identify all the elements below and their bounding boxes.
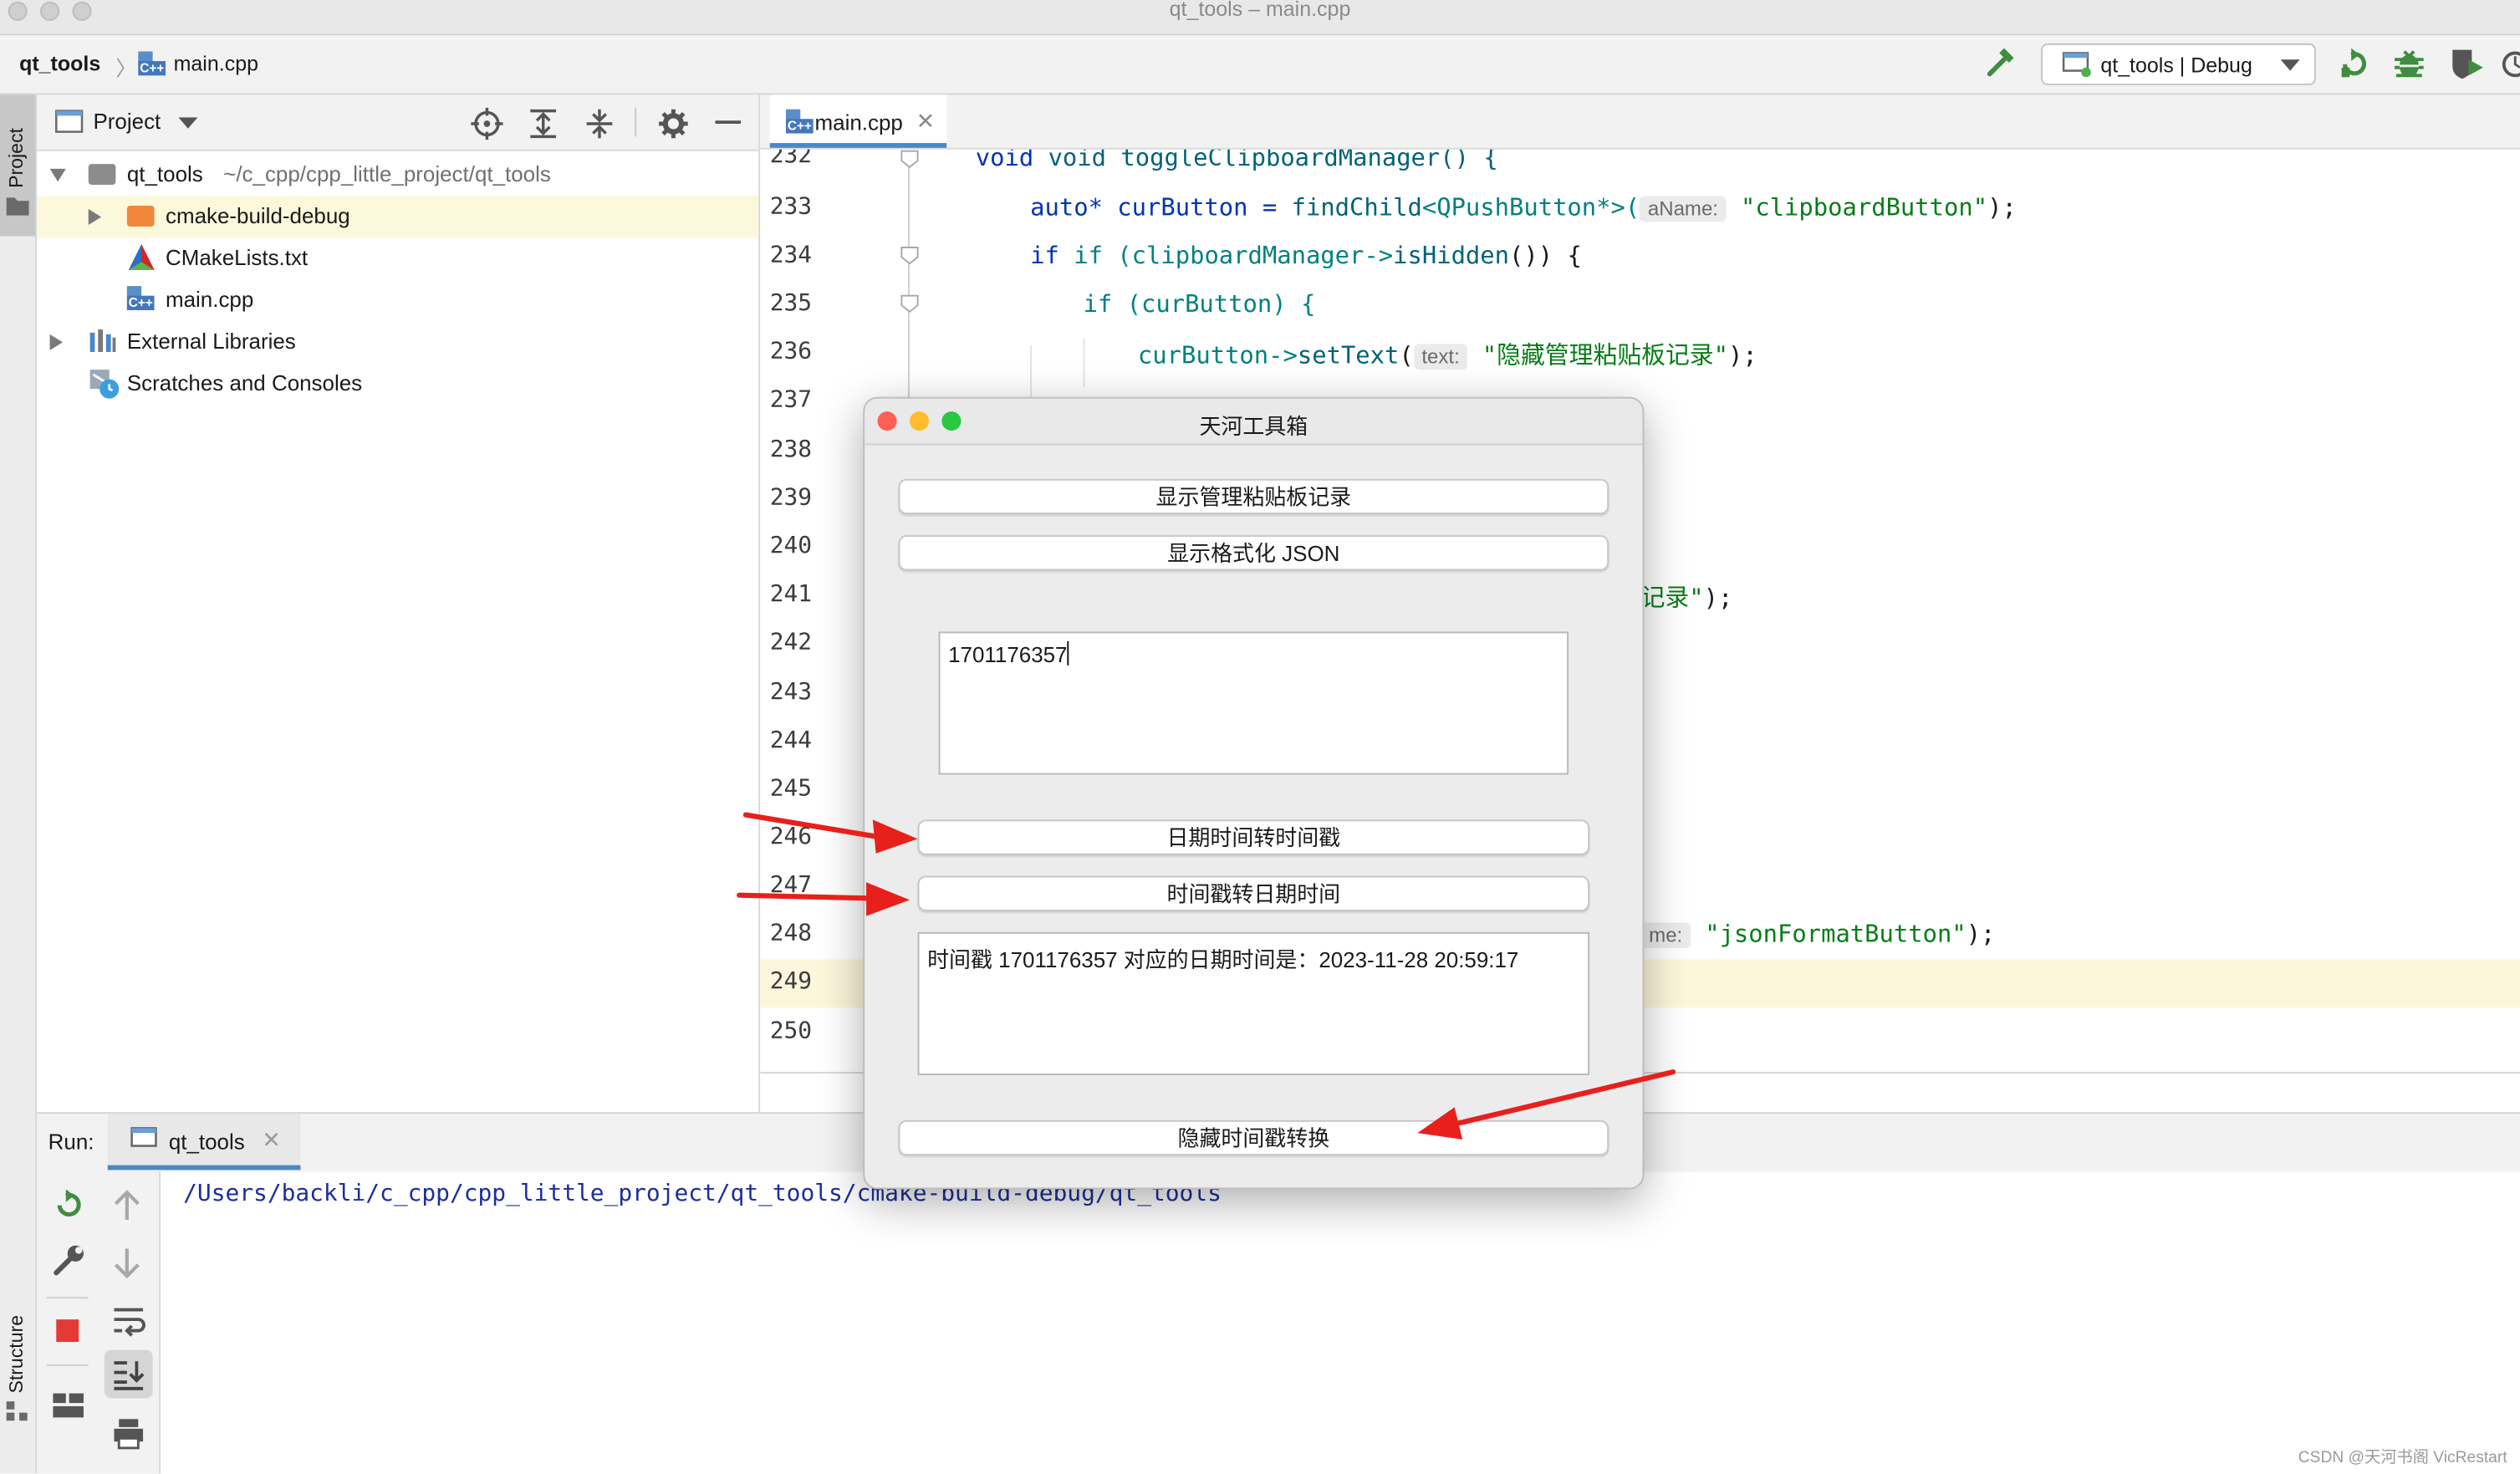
ide-screen: qt_tools – main.cpp qt_tools 〉 C++ main.… — [0, 0, 2520, 1474]
watermark: CSDN @天河书阁 VicRestart — [2298, 1449, 2507, 1467]
annotation-arrow — [742, 812, 918, 854]
annotation-arrows — [737, 812, 1676, 1140]
annotation-arrow — [1417, 1069, 1676, 1140]
annotation-arrow — [737, 882, 910, 916]
